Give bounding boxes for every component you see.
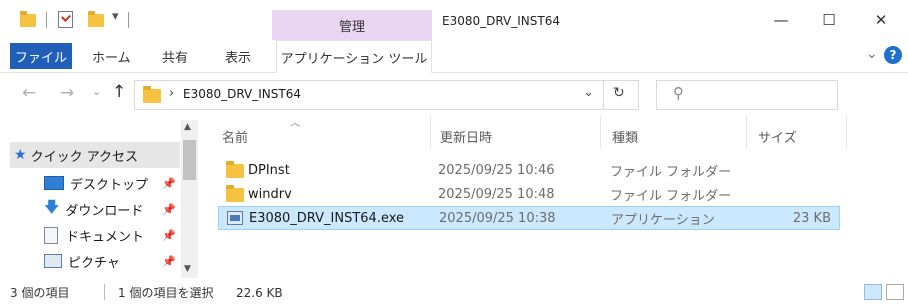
nav-item-label: ダウンロード [65,203,144,219]
folder-icon [143,86,161,103]
manage-label: 管理 [338,20,365,35]
column-header-size[interactable]: サイズ [758,126,797,146]
tab-file[interactable]: ファイル [10,43,72,69]
window-title: E3080_DRV_INST64 [442,14,560,28]
selection-size: 22.6 KB [236,285,283,300]
new-folder-icon[interactable] [88,11,104,27]
nav-item-label: デスクトップ [70,177,149,193]
tab-home[interactable]: ホーム [92,40,131,72]
selection-count: 1 個の項目を選択 [118,286,214,300]
file-date: 2025/09/25 10:46 [438,162,555,178]
nav-item-desktop[interactable]: デスクトップ 📌 [44,170,184,196]
address-dropdown-icon[interactable]: ⌄ [583,85,594,100]
help-icon[interactable]: ? [884,46,902,64]
file-type: アプリケーション [611,212,715,228]
ribbon-tab-bar: ファイル ホーム 共有 表示 アプリケーション ツール ⌄ ? [0,40,908,73]
nav-item-label: ピクチャ [68,255,120,271]
file-name: DPInst [248,162,290,178]
tab-application-tools[interactable]: アプリケーション ツール [276,40,432,73]
tab-share[interactable]: 共有 [162,40,188,72]
item-count: 3 個の項目 [10,286,70,300]
file-name: E3080_DRV_INST64.exe [249,210,405,226]
file-row[interactable]: windrv 2025/09/25 10:48 ファイル フォルダー [218,182,840,206]
column-divider[interactable] [846,116,847,148]
up-arrow-icon[interactable]: ↑ [112,82,126,102]
column-header-type[interactable]: 種類 [612,126,638,146]
nav-item-pictures[interactable]: ピクチャ 📌 [44,248,184,274]
scrollbar-thumb[interactable] [183,140,196,180]
breadcrumb-separator-icon[interactable]: › [169,86,174,101]
details-view-icon[interactable] [864,284,882,300]
recent-locations-chevron-icon[interactable]: ⌄ [92,85,101,98]
expand-ribbon-icon[interactable]: ⌄ [866,46,878,62]
folder-icon [226,185,244,202]
properties-icon[interactable] [58,11,73,28]
forward-arrow-icon[interactable]: → [60,83,74,103]
nav-item-label: ドキュメント [66,229,145,245]
search-icon: ⚲ [673,84,684,102]
title-bar: ▾ 管理 E3080_DRV_INST64 — ☐ ✕ [0,0,908,40]
document-icon [44,226,58,244]
column-divider[interactable] [746,116,747,148]
file-date: 2025/09/25 10:38 [439,210,556,226]
file-row-selected[interactable]: E3080_DRV_INST64.exe 2025/09/25 10:38 アプ… [218,206,840,230]
file-size: 23 KB [792,210,831,226]
status-bar: 3 個の項目 1 個の項目を選択 22.6 KB [0,281,908,304]
desktop-icon [44,176,64,190]
pin-icon[interactable]: 📌 [162,177,176,190]
nav-item-label: クイック アクセス [30,149,139,165]
file-type: ファイル フォルダー [610,164,732,180]
folder-icon [226,161,244,178]
scroll-up-icon[interactable]: ▲ [184,122,191,132]
sort-ascending-icon: ︿ [290,118,300,129]
search-input[interactable]: ⚲ [656,80,838,110]
separator [128,12,129,28]
close-button[interactable]: ✕ [858,0,904,40]
folder-icon[interactable] [20,11,36,27]
column-header-name[interactable]: 名前 [222,126,248,146]
download-arrow-icon: 🡇 [44,197,60,216]
file-date: 2025/09/25 10:48 [438,186,555,202]
separator [46,12,47,28]
status-separator [104,284,105,300]
address-row: ← → ⌄ ↑ › E3080_DRV_INST64 ⌄ ↻ ⚲ [0,73,908,115]
tab-view[interactable]: 表示 [225,40,251,72]
nav-item-downloads[interactable]: 🡇 ダウンロード 📌 [44,196,184,222]
column-divider[interactable] [600,116,601,148]
scroll-down-icon[interactable]: ▼ [184,264,191,274]
pictures-icon [44,254,62,268]
address-bar[interactable]: › E3080_DRV_INST64 ⌄ [134,80,604,110]
maximize-button[interactable]: ☐ [806,0,852,40]
navigation-pane: ★ クイック アクセス デスクトップ 📌 🡇 ダウンロード 📌 ドキュメント 📌… [0,116,200,278]
pin-icon[interactable]: 📌 [162,255,176,268]
refresh-button[interactable]: ↻ [602,80,639,110]
nav-item-quick-access[interactable]: ★ クイック アクセス [14,142,138,168]
column-divider[interactable] [430,116,431,148]
minimize-button[interactable]: — [758,0,804,40]
star-icon: ★ [14,147,27,163]
pin-icon[interactable]: 📌 [162,203,176,216]
pin-icon[interactable]: 📌 [162,229,176,242]
file-row[interactable]: DPInst 2025/09/25 10:46 ファイル フォルダー [218,158,840,182]
file-type: ファイル フォルダー [610,188,732,204]
quick-access-toolbar-dropdown-icon[interactable]: ▾ [112,9,119,24]
refresh-icon: ↻ [613,85,625,101]
file-name: windrv [248,186,292,202]
back-arrow-icon[interactable]: ← [22,83,36,103]
nav-item-documents[interactable]: ドキュメント 📌 [44,222,184,248]
application-icon [227,211,243,225]
contextual-tab-manage[interactable]: 管理 [272,10,432,40]
column-header-date[interactable]: 更新日時 [440,126,492,146]
large-icons-view-icon[interactable] [886,284,904,300]
breadcrumb-path[interactable]: E3080_DRV_INST64 [183,87,301,101]
